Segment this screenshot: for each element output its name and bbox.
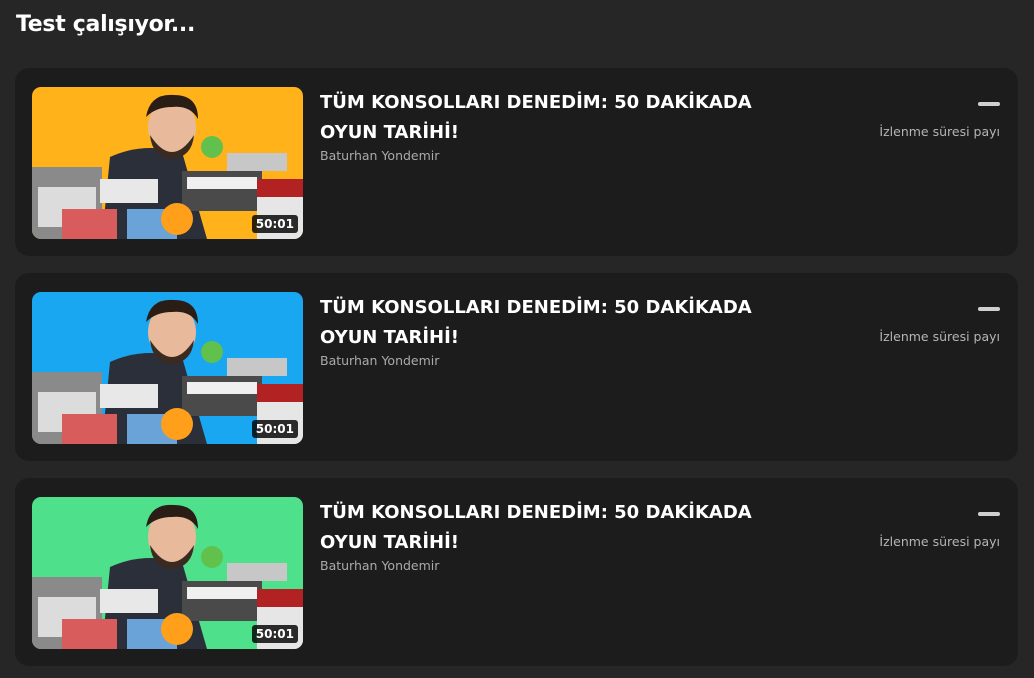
video-thumbnail[interactable]: 50:01 — [32, 87, 303, 239]
channel-name: Baturhan Yondemir — [320, 353, 440, 368]
channel-name: Baturhan Yondemir — [320, 558, 440, 573]
video-title[interactable]: TÜM KONSOLLARI DENEDİM: 50 DAKİKADA OYUN… — [320, 498, 790, 558]
test-results-page: Test çalışıyor... 50:01 TÜM KONSOLLARI D… — [0, 0, 1034, 678]
video-duration-badge: 50:01 — [251, 215, 298, 233]
metric-label: İzlenme süresi payı — [879, 534, 1000, 549]
video-title[interactable]: TÜM KONSOLLARI DENEDİM: 50 DAKİKADA OYUN… — [320, 88, 790, 148]
video-title[interactable]: TÜM KONSOLLARI DENEDİM: 50 DAKİKADA OYUN… — [320, 293, 790, 353]
video-card[interactable]: 50:01 TÜM KONSOLLARI DENEDİM: 50 DAKİKAD… — [15, 68, 1018, 256]
video-duration-badge: 50:01 — [251, 420, 298, 438]
channel-name: Baturhan Yondemir — [320, 148, 440, 163]
video-card[interactable]: 50:01 TÜM KONSOLLARI DENEDİM: 50 DAKİKAD… — [15, 273, 1018, 461]
metric-value-placeholder — [978, 512, 1000, 516]
metric-value-placeholder — [978, 307, 1000, 311]
metric-label: İzlenme süresi payı — [879, 124, 1000, 139]
video-thumbnail[interactable]: 50:01 — [32, 497, 303, 649]
page-title: Test çalışıyor... — [16, 12, 196, 37]
video-card[interactable]: 50:01 TÜM KONSOLLARI DENEDİM: 50 DAKİKAD… — [15, 478, 1018, 666]
metric-value-placeholder — [978, 102, 1000, 106]
metric-label: İzlenme süresi payı — [879, 329, 1000, 344]
video-duration-badge: 50:01 — [251, 625, 298, 643]
video-thumbnail[interactable]: 50:01 — [32, 292, 303, 444]
